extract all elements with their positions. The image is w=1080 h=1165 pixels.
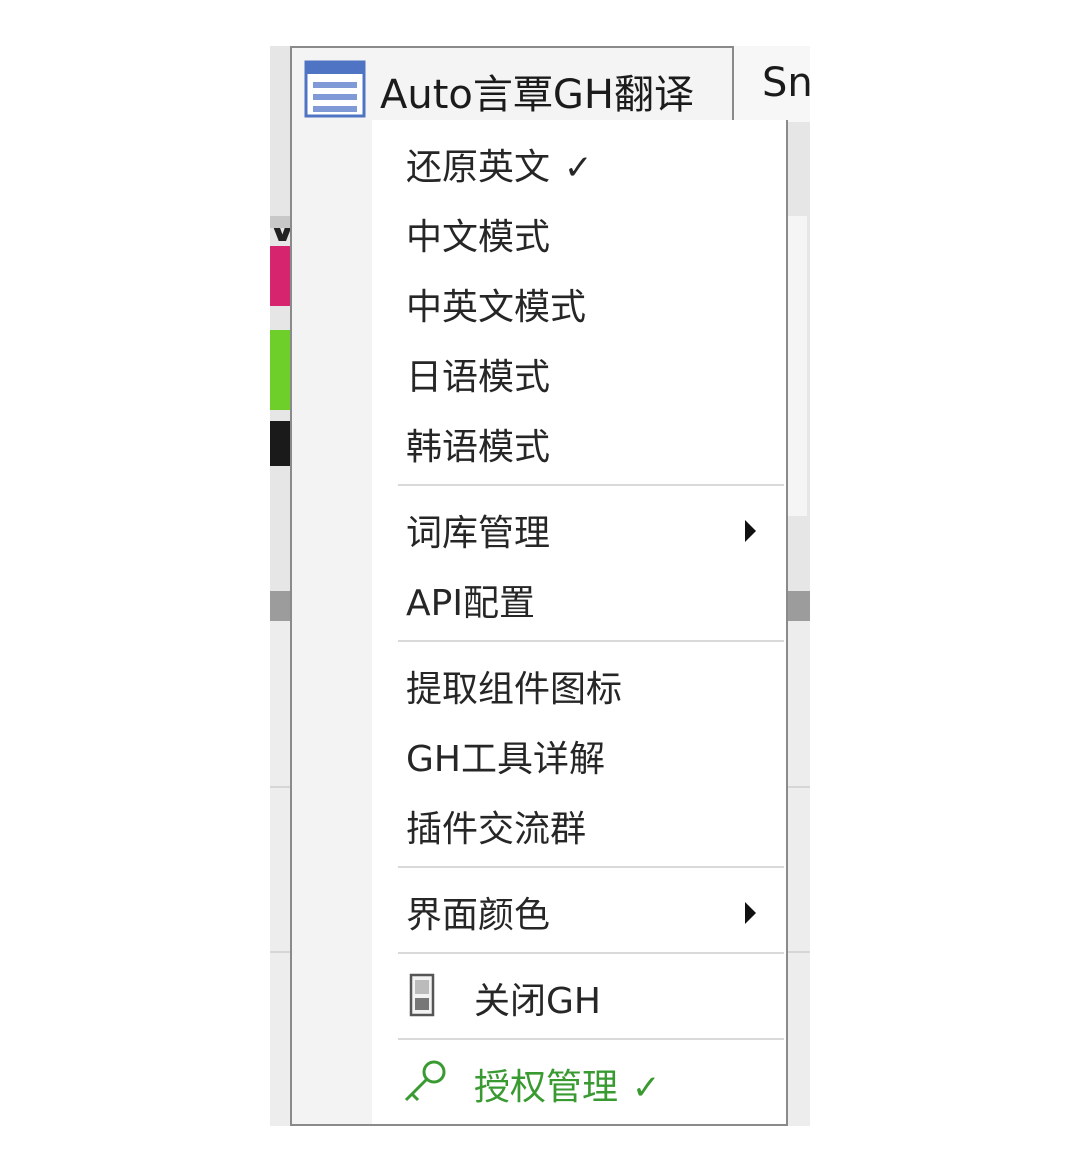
menu-tab-auto-translate[interactable]: Auto言覃GH翻译 — [290, 46, 734, 122]
menu-item-text: 词库管理 — [406, 513, 551, 554]
menu-item[interactable]: 中文模式 — [372, 198, 786, 264]
menu-item-label: 授权管理 ✓ — [474, 1058, 661, 1110]
menu-item-label: 提取组件图标 — [406, 660, 622, 712]
menu-item-label: 中英文模式 — [406, 278, 586, 330]
submenu-arrow-icon — [745, 902, 756, 924]
menu-item-text: 授权管理 — [474, 1067, 619, 1108]
menu-icon-gutter — [292, 120, 372, 1124]
submenu-arrow-icon — [745, 520, 756, 542]
menu-item-label: API配置 — [406, 574, 535, 626]
menu-separator — [398, 640, 784, 642]
menu-item[interactable]: 界面颜色 — [372, 876, 786, 942]
next-menu-tab-label: Sn — [762, 60, 813, 106]
key-icon — [400, 1058, 450, 1104]
menu-item-label: 中文模式 — [406, 208, 550, 260]
menu-item-label: 还原英文 ✓ — [406, 138, 593, 190]
menu-item-text: 韩语模式 — [406, 427, 551, 468]
menu-item[interactable]: 插件交流群 — [372, 790, 786, 856]
background-band — [270, 216, 292, 228]
background-dark-band — [270, 421, 292, 466]
menu-item[interactable]: 中英文模式 — [372, 268, 786, 334]
door-icon — [406, 972, 438, 1018]
menu-item-text: 中英文模式 — [406, 287, 587, 328]
menu-item[interactable]: 授权管理 ✓ — [372, 1048, 786, 1114]
menu-item-label: 界面颜色 — [406, 886, 550, 938]
menu-item-label: 韩语模式 — [406, 418, 550, 470]
dropdown-menu: 还原英文 ✓ 中文模式中英文模式日语模式韩语模式词库管理 API配置提取组件图标 GH工… — [290, 120, 788, 1126]
menu-item[interactable]: 提取组件图标 — [372, 650, 786, 716]
menu-separator — [398, 952, 784, 954]
menu-separator — [398, 1038, 784, 1040]
menu-item[interactable]: 韩语模式 — [372, 408, 786, 474]
menu-item-label: 日语模式 — [406, 348, 550, 400]
background-pink-swatch — [270, 246, 292, 306]
menu-item-label: 插件交流群 — [406, 800, 586, 852]
menu-separator — [398, 866, 784, 868]
menu-tab-title: Auto言覃GH翻译 — [380, 72, 694, 118]
menu-list-icon — [304, 60, 366, 118]
menu-item-text: 界面颜色 — [406, 895, 551, 936]
menu-item-label: 关闭GH — [474, 972, 601, 1024]
menu-item-label: GH工具详解 — [406, 730, 605, 782]
menu-item[interactable]: 还原英文 ✓ — [372, 128, 786, 194]
menu-item-text: API配置 — [406, 583, 535, 624]
checkmark-icon: ✓ — [632, 1068, 661, 1108]
menu-item[interactable]: API配置 — [372, 564, 786, 630]
background-right-panel — [785, 216, 807, 516]
menu-item-text: GH工具详解 — [406, 739, 605, 780]
menu-item[interactable]: 词库管理 — [372, 494, 786, 560]
menu-item-text: 日语模式 — [406, 357, 551, 398]
menu-item-text: 插件交流群 — [406, 809, 587, 850]
menu-item-text: 还原英文 — [406, 147, 551, 188]
menu-item-label: 词库管理 — [406, 504, 550, 556]
menu-item-text: 中文模式 — [406, 217, 551, 258]
menu-separator — [398, 484, 784, 486]
next-menu-tab[interactable]: Sn — [734, 46, 813, 122]
menu-item[interactable]: 日语模式 — [372, 338, 786, 404]
menu-item-text: 提取组件图标 — [406, 669, 623, 710]
menu-item[interactable]: GH工具详解 — [372, 720, 786, 786]
menu-item-text: 关闭GH — [474, 981, 601, 1022]
background-green-swatch — [270, 330, 292, 410]
menu-item[interactable]: 关闭GH — [372, 962, 786, 1028]
checkmark-icon: ✓ — [564, 148, 593, 188]
